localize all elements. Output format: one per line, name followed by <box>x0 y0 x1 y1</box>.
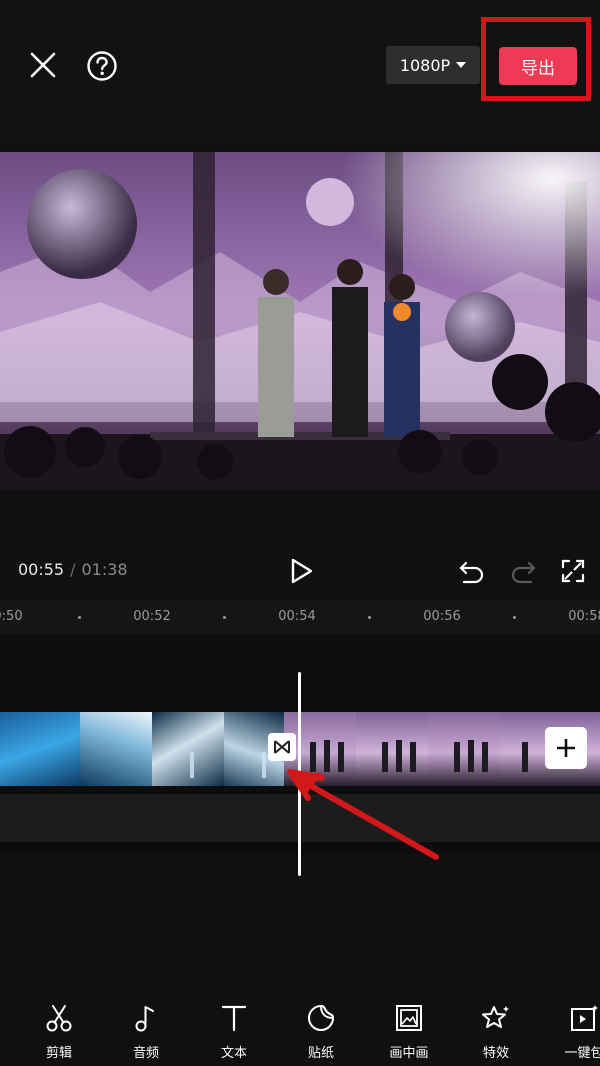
picture-in-picture-icon <box>396 1005 422 1031</box>
redo-icon[interactable] <box>509 558 537 584</box>
play-icon[interactable] <box>287 556 315 586</box>
playback-controls: 00:55 / 01:38 <box>0 540 600 600</box>
ruler-dot <box>223 616 226 619</box>
tool-label: 文本 <box>220 1046 247 1061</box>
playhead[interactable] <box>298 672 301 876</box>
fullscreen-icon[interactable] <box>560 558 586 584</box>
tool-effects[interactable]: 特效 <box>466 1003 526 1063</box>
concert-stage-image <box>0 152 600 490</box>
ruler-dot <box>368 616 371 619</box>
export-label: 导出 <box>521 58 555 79</box>
bottom-toolbar: 剪辑 音频 文本 贴纸 画中画 特效 一键包 <box>0 995 600 1066</box>
top-bar: 1080P 导出 <box>0 0 600 140</box>
tool-label: 画中画 <box>389 1046 429 1061</box>
music-note-icon <box>135 1006 154 1032</box>
tool-edit[interactable]: 剪辑 <box>29 1003 89 1063</box>
tool-label: 贴纸 <box>307 1046 334 1061</box>
text-icon <box>221 1005 247 1032</box>
caret-down-icon <box>456 62 467 68</box>
template-icon <box>571 1005 598 1031</box>
tool-label: 剪辑 <box>45 1046 72 1061</box>
scissors-icon <box>46 1005 72 1032</box>
add-clip-icon[interactable] <box>545 727 587 769</box>
ruler-label: 0:50 <box>0 609 23 624</box>
tool-template[interactable]: 一键包 <box>554 1003 600 1063</box>
transition-icon[interactable] <box>268 733 296 761</box>
resolution-label: 1080P <box>399 55 451 75</box>
tool-picture-in-picture[interactable]: 画中画 <box>379 1003 439 1063</box>
sticker-icon <box>308 1005 334 1031</box>
ruler-label: 00:54 <box>278 609 316 624</box>
tool-label: 特效 <box>482 1046 509 1061</box>
help-icon[interactable] <box>86 50 118 82</box>
undo-icon[interactable] <box>458 558 486 584</box>
tool-sticker[interactable]: 贴纸 <box>291 1003 351 1063</box>
tool-text[interactable]: 文本 <box>204 1003 264 1063</box>
time-separator: / <box>70 560 76 579</box>
ruler-dot <box>78 616 81 619</box>
ruler-label: 00:58 <box>568 609 600 624</box>
resolution-dropdown[interactable]: 1080P <box>386 46 480 84</box>
ruler-label: 00:56 <box>423 609 461 624</box>
ruler-dot <box>513 616 516 619</box>
total-time: 01:38 <box>81 560 128 579</box>
export-button[interactable]: 导出 <box>499 47 577 85</box>
tool-audio[interactable]: 音频 <box>116 1003 176 1063</box>
video-preview[interactable] <box>0 152 600 490</box>
star-effect-icon <box>482 1006 509 1028</box>
time-display: 00:55 / 01:38 <box>18 560 128 579</box>
tool-label: 一键包 <box>564 1046 600 1061</box>
close-icon[interactable] <box>26 48 60 82</box>
ruler-label: 00:52 <box>133 609 171 624</box>
timeline-ruler[interactable]: 0:50 00:52 00:54 00:56 00:58 <box>0 600 600 634</box>
tool-label: 音频 <box>132 1046 159 1061</box>
current-time: 00:55 <box>18 560 65 579</box>
